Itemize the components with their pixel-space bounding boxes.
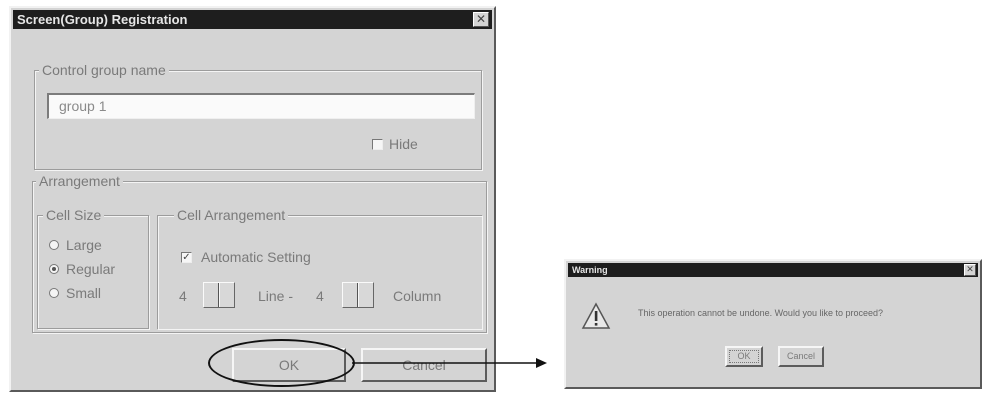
arrow-icon [352, 358, 547, 368]
cell-size-small-label: Small [66, 285, 102, 301]
warning-cancel-label: Cancel [786, 351, 815, 361]
warning-title: Warning [572, 265, 608, 275]
control-group-name-label: Control group name [39, 62, 169, 78]
close-icon: ✕ [966, 265, 974, 275]
cell-size-label: Cell Size [43, 207, 105, 223]
control-group-name-box [34, 70, 482, 170]
warning-ok-label: OK [737, 351, 751, 361]
arrangement-label: Arrangement [36, 173, 123, 189]
close-icon: ✕ [475, 12, 487, 26]
hide-checkbox[interactable] [372, 139, 383, 150]
cell-size-small-radio[interactable] [49, 288, 59, 298]
column-value: 4 [316, 288, 324, 304]
warning-icon [581, 302, 611, 329]
ok-highlight-ellipse [208, 339, 355, 387]
warning-close-button[interactable]: ✕ [964, 264, 976, 276]
registration-dialog: Screen(Group) Registration ✕ Control gro… [9, 6, 496, 392]
cell-arrangement-box [157, 215, 482, 329]
warning-cancel-button[interactable]: Cancel [778, 346, 824, 367]
line-value: 4 [179, 288, 187, 304]
cell-size-large-label: Large [66, 237, 102, 253]
hide-label: Hide [389, 136, 418, 152]
cell-arrangement-label: Cell Arrangement [174, 207, 289, 223]
dialog-title: Screen(Group) Registration [17, 12, 188, 27]
warning-dialog: Warning ✕ This operation cannot be undon… [564, 259, 982, 389]
column-spinner[interactable] [342, 282, 374, 308]
warning-message: This operation cannot be undone. Would y… [638, 308, 883, 318]
cell-size-large-radio[interactable] [49, 240, 59, 250]
warning-titlebar[interactable]: Warning ✕ [568, 263, 978, 277]
cell-size-regular-radio[interactable] [49, 264, 59, 274]
dialog-titlebar[interactable]: Screen(Group) Registration ✕ [13, 10, 492, 29]
cell-size-regular-label: Regular [66, 261, 116, 277]
close-button[interactable]: ✕ [473, 12, 489, 27]
warning-ok-button[interactable]: OK [725, 346, 763, 367]
automatic-setting-label: Automatic Setting [201, 249, 311, 265]
line-label: Line - [258, 288, 294, 304]
line-spinner[interactable] [203, 282, 235, 308]
group-name-input[interactable]: group 1 [47, 93, 475, 119]
column-label: Column [393, 288, 442, 304]
automatic-setting-checkbox[interactable]: ✓ [181, 252, 192, 263]
